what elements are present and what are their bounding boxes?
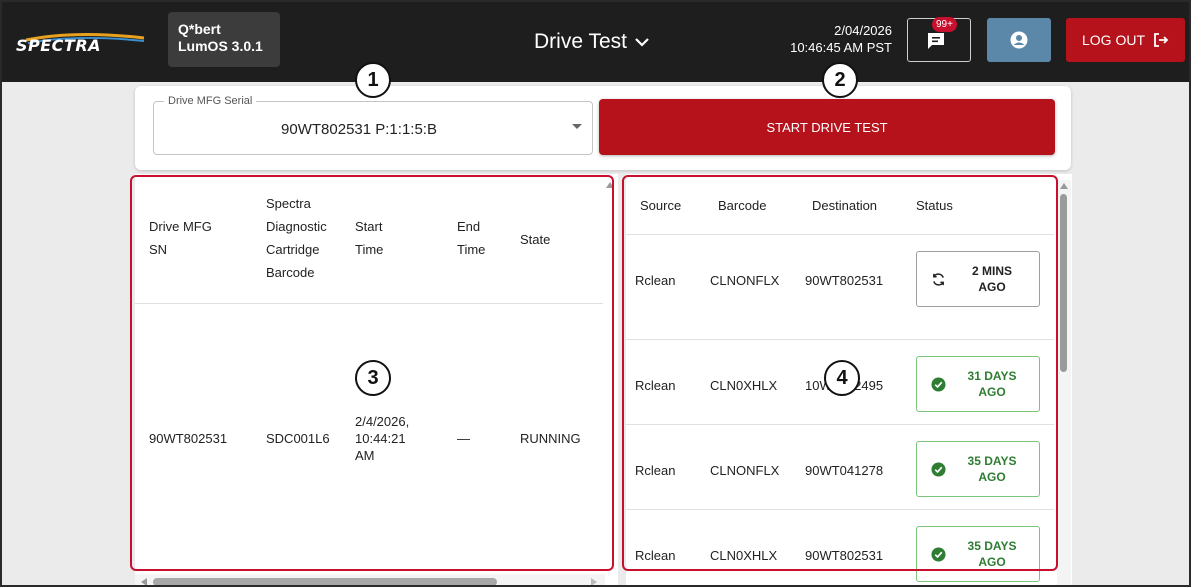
header-barcode: Barcode <box>718 198 767 213</box>
app-window: SPECTRA Q*bert LumOS 3.0.1 Drive Test 2/… <box>0 0 1191 587</box>
check-circle-icon <box>931 461 946 477</box>
header-status: Status <box>916 198 953 213</box>
drive-serial-select[interactable]: Drive MFG Serial 90WT802531 P:1:1:5:B <box>153 95 593 155</box>
logout-button[interactable]: LOG OUT <box>1066 18 1185 62</box>
header-drive-mfg-sn: Drive MFG SN <box>149 219 212 257</box>
cell-barcode: CLNONFLX <box>710 273 780 288</box>
check-circle-icon <box>931 376 946 392</box>
system-time: 10:46:45 AM PST <box>790 40 892 55</box>
vertical-scroll-thumb[interactable] <box>1060 194 1067 372</box>
page-title-menu[interactable]: Drive Test <box>534 30 649 54</box>
cell-barcode: SDC001L6 <box>266 431 330 446</box>
drive-selector-card: Drive MFG Serial 90WT802531 P:1:1:5:B ST… <box>135 86 1071 170</box>
cell-drive-sn: 90WT802531 <box>149 431 228 446</box>
header-destination: Destination <box>812 198 878 213</box>
status-chip[interactable]: 2 MINS AGO <box>916 251 1040 307</box>
cell-barcode: CLN0XHLX <box>710 378 778 393</box>
header-state: State <box>520 232 551 247</box>
check-circle-icon <box>931 546 946 562</box>
cell-source: Rclean <box>635 463 676 478</box>
table-row[interactable]: Rclean CLN0XHLX 90WT802531 35 DAYS AGO <box>626 509 1054 585</box>
horizontal-scroll-thumb[interactable] <box>153 578 497 585</box>
table-row[interactable]: Rclean CLNONFLX 90WT041278 35 DAYS AGO <box>626 424 1054 509</box>
drive-serial-value: 90WT802531 P:1:1:5:B <box>281 121 437 138</box>
cell-state: RUNNING <box>520 431 581 446</box>
system-datetime: 2/04/2026 10:46:45 AM PST <box>772 22 892 56</box>
cell-destination: 90WT802531 <box>805 273 884 288</box>
brand-logo[interactable]: SPECTRA <box>16 36 101 55</box>
callout-3: 3 <box>355 360 391 396</box>
page-title: Drive Test <box>534 30 627 53</box>
product-name: Q*bert <box>178 21 221 37</box>
scroll-up-arrow-icon[interactable] <box>1060 183 1068 189</box>
messages-count-badge: 99+ <box>932 17 957 32</box>
product-badge: Q*bert LumOS 3.0.1 <box>168 12 280 67</box>
cell-barcode: CLN0XHLX <box>710 548 778 563</box>
sync-icon <box>933 272 944 286</box>
message-icon <box>928 33 944 49</box>
logout-label: LOG OUT <box>1081 32 1145 48</box>
callout-4: 4 <box>824 360 860 396</box>
system-date: 2/04/2026 <box>834 23 892 38</box>
table-row[interactable]: Rclean CLNONFLX 90WT802531 2 MINS AGO <box>626 234 1054 319</box>
status-chip[interactable]: 31 DAYS AGO <box>916 356 1040 412</box>
table-header: Drive MFG SN Spectra Diagnostic Cartridg… <box>135 174 603 304</box>
cell-end-time: — <box>457 431 470 446</box>
scroll-left-arrow-icon[interactable] <box>141 578 147 585</box>
cell-source: Rclean <box>635 273 676 288</box>
header-source: Source <box>640 198 682 213</box>
header-start-time: Start Time <box>355 219 384 257</box>
table-row[interactable]: 90WT802531 SDC001L6 2/4/2026, 10:44:21 A… <box>135 305 603 565</box>
cell-source: Rclean <box>635 548 676 563</box>
callout-2: 2 <box>822 62 858 98</box>
drive-serial-label: Drive MFG Serial <box>164 95 257 107</box>
product-version: LumOS 3.0.1 <box>178 38 263 54</box>
cell-source: Rclean <box>635 378 676 393</box>
status-text: 35 DAYS AGO <box>967 539 1017 569</box>
cell-barcode: CLNONFLX <box>710 463 780 478</box>
header-end-time: End Time <box>457 219 486 257</box>
scroll-up-arrow-icon[interactable] <box>606 182 614 188</box>
header-diagnostic-barcode: Spectra Diagnostic Cartridge Barcode <box>266 196 327 280</box>
status-text: 35 DAYS AGO <box>967 454 1017 484</box>
chevron-down-icon <box>635 38 649 47</box>
horizontal-scrollbar[interactable] <box>135 574 605 585</box>
scroll-right-arrow-icon[interactable] <box>591 578 597 585</box>
cell-destination: 90WT041278 <box>805 463 884 478</box>
messages-button[interactable]: 99+ <box>907 17 971 62</box>
logout-icon <box>1154 33 1169 47</box>
user-icon <box>1010 31 1028 49</box>
cell-start-time: 2/4/2026, 10:44:21 AM <box>355 414 410 463</box>
status-text: 31 DAYS AGO <box>967 369 1017 399</box>
dropdown-arrow-icon <box>572 124 582 129</box>
status-chip[interactable]: 35 DAYS AGO <box>916 526 1040 582</box>
user-account-button[interactable] <box>987 18 1051 62</box>
top-bar: SPECTRA Q*bert LumOS 3.0.1 Drive Test 2/… <box>2 2 1189 82</box>
start-drive-test-button[interactable]: START DRIVE TEST <box>599 99 1055 155</box>
callout-1: 1 <box>355 62 391 98</box>
status-text: 2 MINS AGO <box>971 264 1012 294</box>
status-chip[interactable]: 35 DAYS AGO <box>916 441 1040 497</box>
cell-destination: 90WT802531 <box>805 548 884 563</box>
vertical-scrollbar[interactable] <box>1057 180 1071 585</box>
